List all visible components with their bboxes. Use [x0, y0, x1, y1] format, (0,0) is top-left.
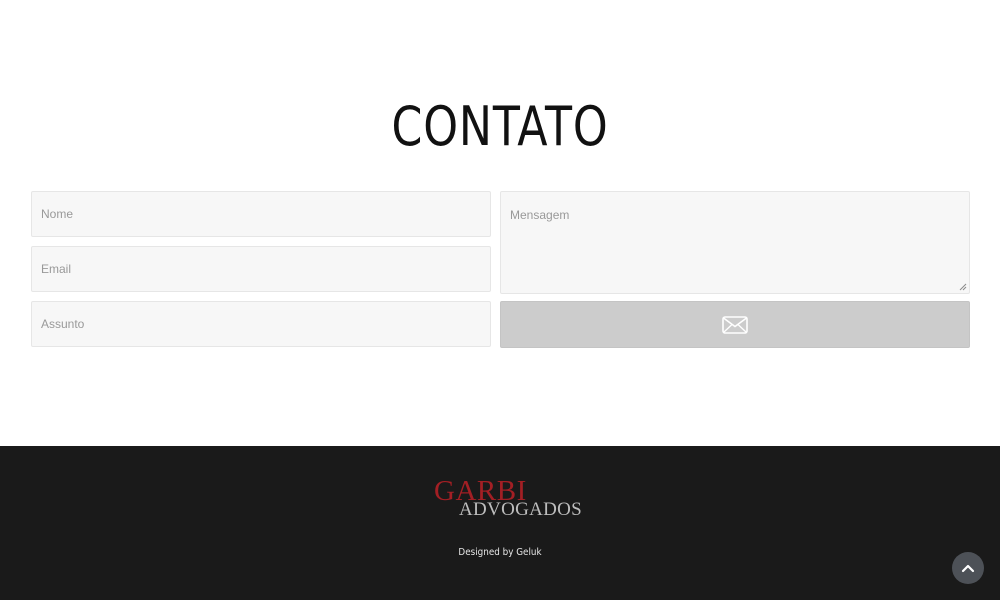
subject-input[interactable]: Assunto — [31, 301, 491, 347]
resize-grip-icon[interactable] — [959, 283, 967, 291]
designer-credit: Designed by Geluk — [458, 547, 542, 558]
email-input[interactable]: Email — [31, 246, 491, 292]
name-input[interactable]: Nome — [31, 191, 491, 237]
email-placeholder: Email — [41, 262, 72, 276]
name-placeholder: Nome — [41, 207, 74, 221]
send-button[interactable] — [500, 301, 970, 348]
subject-placeholder: Assunto — [41, 317, 85, 331]
section-title: CONTATO — [391, 95, 609, 158]
message-placeholder: Mensagem — [510, 208, 570, 222]
logo-line2: ADVOGADOS — [459, 499, 583, 520]
envelope-icon — [722, 315, 748, 334]
contact-section: CONTATO Nome Email Assunto Mensagem — [0, 0, 1000, 446]
garbi-advogados-logo[interactable]: GARBI ADVOGADOS — [434, 476, 582, 524]
message-textarea[interactable]: Mensagem — [500, 191, 970, 294]
chevron-up-icon — [961, 564, 975, 573]
scroll-to-top-button[interactable] — [952, 552, 984, 584]
